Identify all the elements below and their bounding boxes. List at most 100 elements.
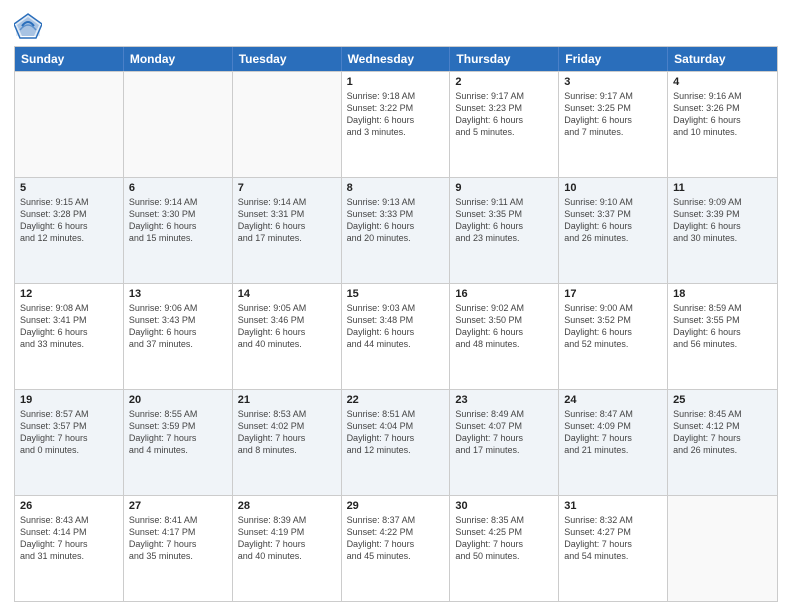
calendar-cell xyxy=(124,72,233,177)
calendar-cell: 6 Sunrise: 9:14 AM Sunset: 3:30 PM Daylig… xyxy=(124,178,233,283)
calendar-cell: 10 Sunrise: 9:10 AM Sunset: 3:37 PM Dayli… xyxy=(559,178,668,283)
day-info: Sunrise: 8:57 AM Sunset: 3:57 PM Dayligh… xyxy=(20,408,118,457)
day-number: 25 xyxy=(673,394,772,406)
day-number: 3 xyxy=(564,76,662,88)
calendar-cell: 17 Sunrise: 9:00 AM Sunset: 3:52 PM Dayli… xyxy=(559,284,668,389)
calendar-cell: 16Sunrise: 9:02 AM Sunset: 3:50 PM Dayli… xyxy=(450,284,559,389)
day-number: 22 xyxy=(347,394,445,406)
day-info: Sunrise: 8:37 AM Sunset: 4:22 PM Dayligh… xyxy=(347,514,445,563)
day-number: 15 xyxy=(347,288,445,300)
day-info: Sunrise: 9:05 AM Sunset: 3:46 PM Dayligh… xyxy=(238,302,336,351)
day-number: 16 xyxy=(455,288,553,300)
day-info: Sunrise: 8:39 AM Sunset: 4:19 PM Dayligh… xyxy=(238,514,336,563)
day-number: 6 xyxy=(129,182,227,194)
day-info: Sunrise: 9:14 AM Sunset: 3:31 PM Dayligh… xyxy=(238,196,336,245)
calendar-cell: 28 Sunrise: 8:39 AM Sunset: 4:19 PM Dayli… xyxy=(233,496,342,601)
day-info: Sunrise: 8:53 AM Sunset: 4:02 PM Dayligh… xyxy=(238,408,336,457)
day-info: Sunrise: 9:09 AM Sunset: 3:39 PM Dayligh… xyxy=(673,196,772,245)
day-info: Sunrise: 8:47 AM Sunset: 4:09 PM Dayligh… xyxy=(564,408,662,457)
calendar-cell: 21 Sunrise: 8:53 AM Sunset: 4:02 PM Dayli… xyxy=(233,390,342,495)
day-number: 12 xyxy=(20,288,118,300)
day-info: Sunrise: 8:35 AM Sunset: 4:25 PM Dayligh… xyxy=(455,514,553,563)
day-info: Sunrise: 9:18 AM Sunset: 3:22 PM Dayligh… xyxy=(347,90,445,139)
header-day-thursday: Thursday xyxy=(450,47,559,71)
logo-icon xyxy=(14,12,42,40)
day-info: Sunrise: 9:17 AM Sunset: 3:25 PM Dayligh… xyxy=(564,90,662,139)
page: SundayMondayTuesdayWednesdayThursdayFrid… xyxy=(0,0,792,612)
calendar-cell: 5 Sunrise: 9:15 AM Sunset: 3:28 PM Daylig… xyxy=(15,178,124,283)
day-info: Sunrise: 9:13 AM Sunset: 3:33 PM Dayligh… xyxy=(347,196,445,245)
day-info: Sunrise: 8:59 AM Sunset: 3:55 PM Dayligh… xyxy=(673,302,772,351)
day-info: Sunrise: 9:16 AM Sunset: 3:26 PM Dayligh… xyxy=(673,90,772,139)
calendar-cell: 15Sunrise: 9:03 AM Sunset: 3:48 PM Dayli… xyxy=(342,284,451,389)
calendar-cell xyxy=(15,72,124,177)
calendar-cell: 19 Sunrise: 8:57 AM Sunset: 3:57 PM Dayli… xyxy=(15,390,124,495)
calendar-cell: 31 Sunrise: 8:32 AM Sunset: 4:27 PM Dayli… xyxy=(559,496,668,601)
day-info: Sunrise: 8:55 AM Sunset: 3:59 PM Dayligh… xyxy=(129,408,227,457)
calendar-cell: 24 Sunrise: 8:47 AM Sunset: 4:09 PM Dayli… xyxy=(559,390,668,495)
day-number: 23 xyxy=(455,394,553,406)
day-info: Sunrise: 9:14 AM Sunset: 3:30 PM Dayligh… xyxy=(129,196,227,245)
day-number: 13 xyxy=(129,288,227,300)
calendar-cell: 2 Sunrise: 9:17 AM Sunset: 3:23 PM Daylig… xyxy=(450,72,559,177)
day-number: 4 xyxy=(673,76,772,88)
calendar-cell: 22Sunrise: 8:51 AM Sunset: 4:04 PM Dayli… xyxy=(342,390,451,495)
day-info: Sunrise: 8:41 AM Sunset: 4:17 PM Dayligh… xyxy=(129,514,227,563)
calendar-cell: 23 Sunrise: 8:49 AM Sunset: 4:07 PM Dayli… xyxy=(450,390,559,495)
calendar-row-1: 5 Sunrise: 9:15 AM Sunset: 3:28 PM Daylig… xyxy=(15,177,777,283)
day-number: 7 xyxy=(238,182,336,194)
calendar-cell: 18 Sunrise: 8:59 AM Sunset: 3:55 PM Dayli… xyxy=(668,284,777,389)
day-number: 2 xyxy=(455,76,553,88)
calendar-cell: 14 Sunrise: 9:05 AM Sunset: 3:46 PM Dayli… xyxy=(233,284,342,389)
day-number: 9 xyxy=(455,182,553,194)
day-info: Sunrise: 9:06 AM Sunset: 3:43 PM Dayligh… xyxy=(129,302,227,351)
day-info: Sunrise: 8:45 AM Sunset: 4:12 PM Dayligh… xyxy=(673,408,772,457)
day-number: 31 xyxy=(564,500,662,512)
day-number: 5 xyxy=(20,182,118,194)
calendar-cell: 9Sunrise: 9:11 AM Sunset: 3:35 PM Daylig… xyxy=(450,178,559,283)
day-number: 8 xyxy=(347,182,445,194)
day-number: 24 xyxy=(564,394,662,406)
header xyxy=(14,10,778,40)
calendar-cell: 12 Sunrise: 9:08 AM Sunset: 3:41 PM Dayli… xyxy=(15,284,124,389)
day-number: 19 xyxy=(20,394,118,406)
day-info: Sunrise: 8:43 AM Sunset: 4:14 PM Dayligh… xyxy=(20,514,118,563)
day-info: Sunrise: 9:00 AM Sunset: 3:52 PM Dayligh… xyxy=(564,302,662,351)
day-number: 18 xyxy=(673,288,772,300)
day-number: 30 xyxy=(455,500,553,512)
calendar-cell: 11Sunrise: 9:09 AM Sunset: 3:39 PM Dayli… xyxy=(668,178,777,283)
calendar-cell: 7 Sunrise: 9:14 AM Sunset: 3:31 PM Daylig… xyxy=(233,178,342,283)
day-number: 14 xyxy=(238,288,336,300)
calendar-cell: 29 Sunrise: 8:37 AM Sunset: 4:22 PM Dayli… xyxy=(342,496,451,601)
header-day-friday: Friday xyxy=(559,47,668,71)
day-info: Sunrise: 9:17 AM Sunset: 3:23 PM Dayligh… xyxy=(455,90,553,139)
calendar-header: SundayMondayTuesdayWednesdayThursdayFrid… xyxy=(15,47,777,71)
day-number: 26 xyxy=(20,500,118,512)
header-day-sunday: Sunday xyxy=(15,47,124,71)
day-number: 27 xyxy=(129,500,227,512)
calendar-cell: 1 Sunrise: 9:18 AM Sunset: 3:22 PM Daylig… xyxy=(342,72,451,177)
calendar-row-2: 12 Sunrise: 9:08 AM Sunset: 3:41 PM Dayli… xyxy=(15,283,777,389)
calendar-cell: 25 Sunrise: 8:45 AM Sunset: 4:12 PM Dayli… xyxy=(668,390,777,495)
day-number: 10 xyxy=(564,182,662,194)
calendar-row-0: 1 Sunrise: 9:18 AM Sunset: 3:22 PM Daylig… xyxy=(15,71,777,177)
day-info: Sunrise: 8:49 AM Sunset: 4:07 PM Dayligh… xyxy=(455,408,553,457)
day-number: 17 xyxy=(564,288,662,300)
header-day-tuesday: Tuesday xyxy=(233,47,342,71)
day-info: Sunrise: 9:15 AM Sunset: 3:28 PM Dayligh… xyxy=(20,196,118,245)
calendar-cell: 26 Sunrise: 8:43 AM Sunset: 4:14 PM Dayli… xyxy=(15,496,124,601)
calendar-row-3: 19 Sunrise: 8:57 AM Sunset: 3:57 PM Dayli… xyxy=(15,389,777,495)
day-number: 1 xyxy=(347,76,445,88)
calendar-row-4: 26 Sunrise: 8:43 AM Sunset: 4:14 PM Dayli… xyxy=(15,495,777,601)
day-number: 28 xyxy=(238,500,336,512)
day-info: Sunrise: 8:32 AM Sunset: 4:27 PM Dayligh… xyxy=(564,514,662,563)
day-number: 21 xyxy=(238,394,336,406)
calendar-cell: 4 Sunrise: 9:16 AM Sunset: 3:26 PM Daylig… xyxy=(668,72,777,177)
day-info: Sunrise: 9:08 AM Sunset: 3:41 PM Dayligh… xyxy=(20,302,118,351)
day-info: Sunrise: 9:10 AM Sunset: 3:37 PM Dayligh… xyxy=(564,196,662,245)
calendar: SundayMondayTuesdayWednesdayThursdayFrid… xyxy=(14,46,778,602)
header-day-saturday: Saturday xyxy=(668,47,777,71)
calendar-body: 1 Sunrise: 9:18 AM Sunset: 3:22 PM Daylig… xyxy=(15,71,777,601)
day-number: 29 xyxy=(347,500,445,512)
calendar-cell: 8 Sunrise: 9:13 AM Sunset: 3:33 PM Daylig… xyxy=(342,178,451,283)
